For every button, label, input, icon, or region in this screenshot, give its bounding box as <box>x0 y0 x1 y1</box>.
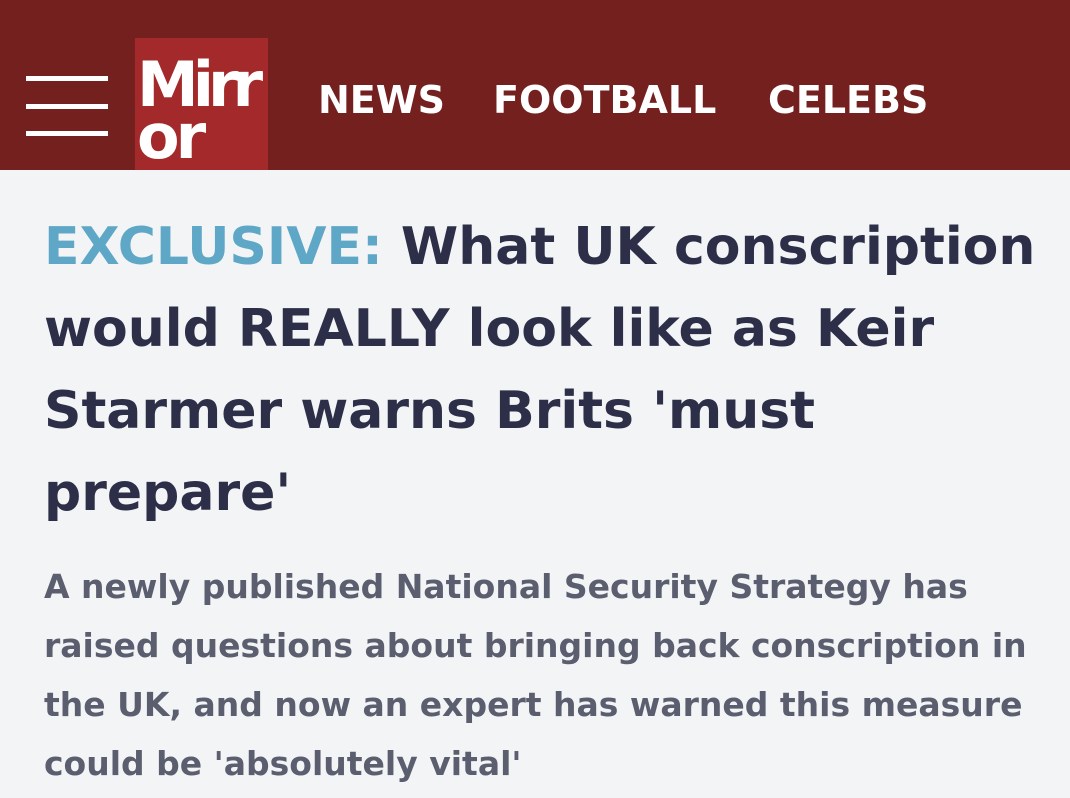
mirror-logo[interactable]: Mirr or <box>135 38 268 170</box>
menu-bar <box>26 76 108 81</box>
nav-news[interactable]: NEWS <box>318 76 445 124</box>
menu-bar <box>26 131 108 136</box>
article-standfirst: A newly published National Security Stra… <box>44 567 1027 783</box>
menu-bar <box>26 104 108 109</box>
site-header: Mirr or NEWS FOOTBALL CELEBS <box>0 0 1070 170</box>
exclusive-kicker: EXCLUSIVE: <box>44 217 383 277</box>
article-headline[interactable]: EXCLUSIVE: What UK conscription would RE… <box>44 206 1044 534</box>
hamburger-menu-icon[interactable] <box>26 76 108 136</box>
nav-celebs[interactable]: CELEBS <box>768 76 928 124</box>
nav-football[interactable]: FOOTBALL <box>493 76 716 124</box>
logo-text-line2: or <box>137 100 206 173</box>
